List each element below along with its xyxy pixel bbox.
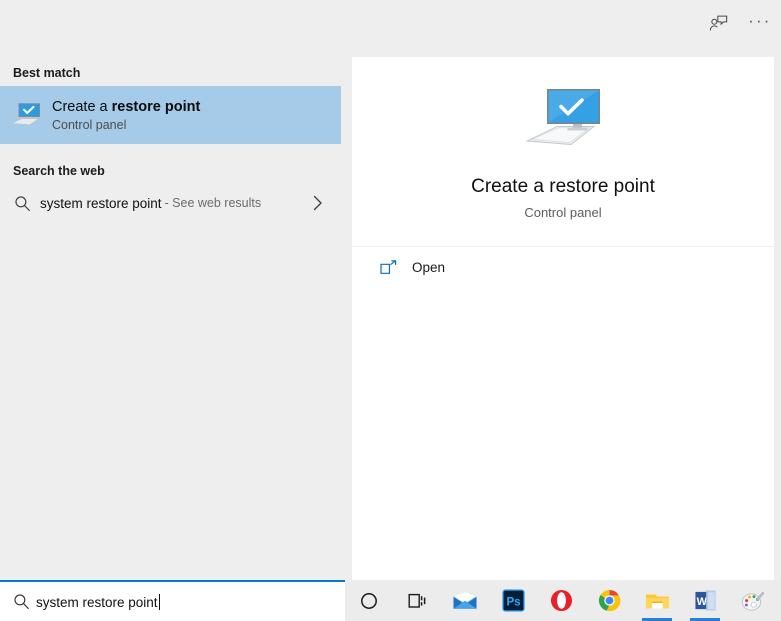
open-external-icon (352, 259, 412, 275)
mail-icon (453, 591, 477, 609)
result-title-match: restore point (111, 98, 201, 115)
taskbar-item-chrome[interactable] (585, 580, 633, 621)
taskbar-item-word[interactable]: W (681, 580, 729, 621)
word-icon: W (694, 590, 716, 611)
search-input-text: system restore point (36, 594, 158, 610)
result-item-title: Create a restore point (52, 99, 200, 115)
file-explorer-icon (645, 593, 669, 608)
taskbar: Ps W (345, 580, 781, 621)
taskbar-item-paint[interactable] (729, 580, 777, 621)
preview-actions: Open (352, 247, 774, 287)
preview-panel: Create a restore point Control panel Ope… (345, 47, 781, 580)
text-caret (158, 593, 160, 610)
search-input-container[interactable]: system restore point (0, 580, 345, 621)
preview-subtitle: Control panel (524, 205, 602, 220)
chevron-right-icon (312, 195, 323, 211)
taskbar-item-file-explorer[interactable] (633, 580, 681, 621)
svg-text:Ps: Ps (506, 596, 520, 608)
best-match-header: Best match (13, 66, 81, 80)
task-view-icon (408, 593, 426, 608)
cortana-icon (361, 592, 377, 609)
result-title-prefix: Create a (52, 98, 112, 115)
web-result-suffix: - See web results (164, 196, 262, 210)
more-options-button[interactable]: ··· (739, 0, 781, 47)
paint-icon (741, 591, 765, 611)
web-result-query: system restore point (40, 195, 162, 211)
search-the-web-header: Search the web (13, 164, 105, 178)
taskbar-item-mail[interactable] (441, 580, 489, 621)
taskbar-item-cortana[interactable] (345, 580, 393, 621)
feedback-person-icon (709, 15, 727, 31)
bottom-bar: system restore point Ps W (0, 580, 781, 621)
search-icon (0, 195, 40, 212)
feedback-button[interactable] (697, 0, 739, 47)
windows-search-flyout: All Apps Documents Web More ··· (0, 0, 781, 621)
taskbar-item-task-view[interactable] (393, 580, 441, 621)
taskbar-item-photoshop[interactable]: Ps (489, 580, 537, 621)
web-result-item[interactable]: system restore point - See web results (0, 182, 341, 224)
taskbar-item-opera[interactable] (537, 580, 585, 621)
restore-point-large-icon (520, 83, 606, 160)
result-item-create-a-restore-point[interactable]: Create a restore point Control panel (0, 86, 341, 144)
preview-title: Create a restore point (471, 176, 655, 197)
result-item-text: Create a restore point Control panel (52, 99, 200, 132)
result-item-subtitle: Control panel (52, 117, 127, 132)
restore-point-icon (0, 100, 52, 130)
ellipsis-icon: ··· (748, 12, 772, 30)
search-input[interactable]: system restore point (36, 593, 160, 610)
open-action-button[interactable]: Open (352, 260, 774, 275)
preview-empty-area (352, 287, 774, 580)
search-icon (0, 593, 36, 610)
chrome-icon (598, 589, 620, 612)
open-action-label: Open (412, 259, 446, 275)
photoshop-icon: Ps (501, 589, 525, 612)
search-results-panel: Best match Create a restore point Contro… (0, 0, 345, 580)
preview-card: Create a restore point Control panel (352, 57, 774, 246)
opera-icon (550, 589, 572, 612)
